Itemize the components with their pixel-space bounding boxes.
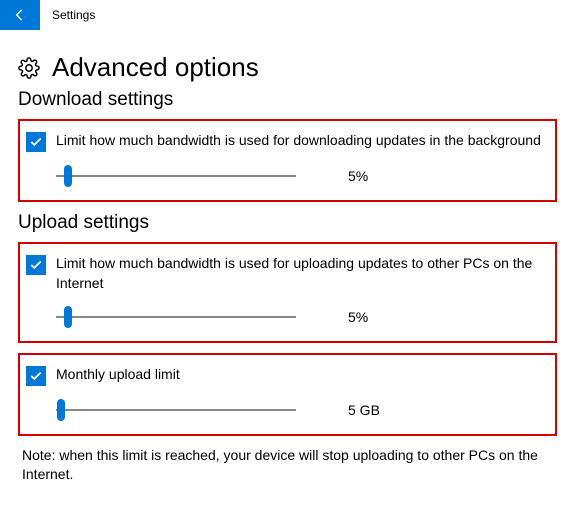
- slider-track: [56, 175, 296, 177]
- arrow-left-icon: [12, 7, 28, 23]
- monthly-limit-slider[interactable]: [56, 400, 296, 420]
- titlebar: Settings: [0, 0, 575, 30]
- back-button[interactable]: [0, 0, 40, 30]
- monthly-limit-group: Monthly upload limit 5 GB: [18, 353, 557, 436]
- download-limit-group: Limit how much bandwidth is used for dow…: [18, 119, 557, 202]
- download-limit-row: Limit how much bandwidth is used for dow…: [26, 131, 541, 152]
- monthly-limit-label: Monthly upload limit: [56, 365, 180, 385]
- download-limit-slider-row: 5%: [56, 166, 541, 186]
- upload-heading: Upload settings: [18, 212, 557, 234]
- gear-icon: [18, 57, 40, 79]
- download-heading: Download settings: [18, 89, 557, 111]
- download-limit-checkbox[interactable]: [26, 132, 46, 152]
- note-text: Note: when this limit is reached, your d…: [18, 446, 557, 484]
- monthly-limit-value: 5 GB: [348, 402, 380, 418]
- monthly-limit-row: Monthly upload limit: [26, 365, 541, 386]
- download-limit-slider[interactable]: [56, 166, 296, 186]
- slider-thumb[interactable]: [57, 399, 65, 421]
- upload-limit-row: Limit how much bandwidth is used for upl…: [26, 254, 541, 293]
- slider-thumb[interactable]: [64, 165, 72, 187]
- check-icon: [29, 258, 43, 272]
- slider-track: [56, 409, 296, 411]
- upload-limit-slider-row: 5%: [56, 307, 541, 327]
- upload-limit-group: Limit how much bandwidth is used for upl…: [18, 242, 557, 343]
- page-header: Advanced options: [18, 52, 557, 83]
- check-icon: [29, 135, 43, 149]
- upload-limit-value: 5%: [348, 309, 368, 325]
- download-limit-value: 5%: [348, 168, 368, 184]
- content: Advanced options Download settings Limit…: [0, 30, 575, 484]
- page-title: Advanced options: [52, 52, 259, 83]
- slider-track: [56, 316, 296, 318]
- check-icon: [29, 369, 43, 383]
- monthly-limit-slider-row: 5 GB: [56, 400, 541, 420]
- upload-limit-label: Limit how much bandwidth is used for upl…: [56, 254, 541, 293]
- upload-limit-checkbox[interactable]: [26, 255, 46, 275]
- upload-limit-slider[interactable]: [56, 307, 296, 327]
- download-limit-label: Limit how much bandwidth is used for dow…: [56, 131, 541, 151]
- slider-thumb[interactable]: [64, 306, 72, 328]
- app-title: Settings: [52, 8, 95, 22]
- monthly-limit-checkbox[interactable]: [26, 366, 46, 386]
